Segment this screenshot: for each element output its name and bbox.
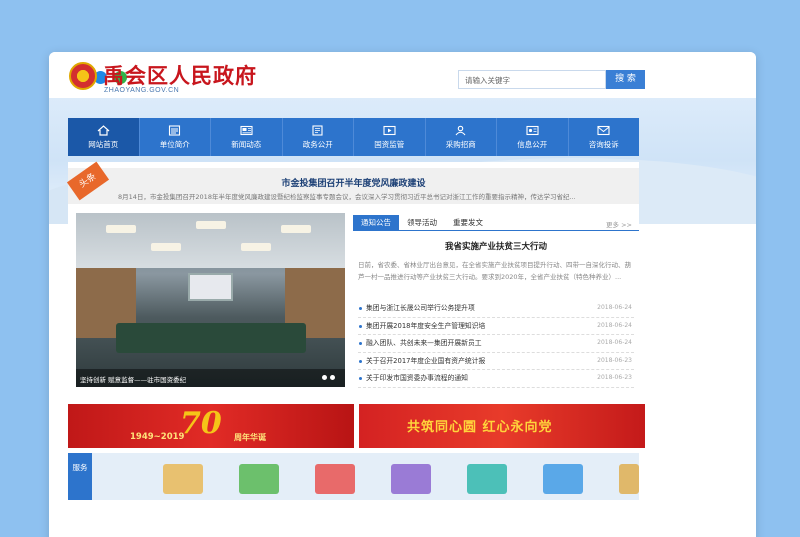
site-title[interactable]: 禹会区人民政府 [103,60,257,90]
photo-carousel[interactable]: 坚持创新 赋意监督——驻市国资委纪 [76,213,345,387]
headline-title[interactable]: 市金投集团召开半年度党风廉政建设 [68,176,639,189]
photo-ceiling [76,213,345,268]
news-list: 集团与浙江长晟公司举行公务提升项 2018-06-24 集团开展2018年度安全生… [358,300,634,388]
list-item-date: 2018-06-23 [597,356,632,364]
nav-label: 国资监管 [374,139,405,149]
notice-icon [526,125,539,136]
nav-item-complaints[interactable]: 咨询投诉 [569,118,640,156]
nav-item-about[interactable]: 单位简介 [140,118,211,156]
nav-label: 单位简介 [159,139,190,149]
banner-number: 70 [180,406,222,441]
services-label: 服务 [68,453,92,500]
list-item-title: 关于召开2017年度企业国有资产统计报 [366,356,486,365]
nav-label: 新闻动态 [231,139,262,149]
tab-leader-activities[interactable]: 领导活动 [399,215,445,230]
service-icon-5[interactable] [467,464,507,494]
list-item-title: 集团与浙江长晟公司举行公务提升项 [366,304,475,312]
banner-slogan: 周年华诞 [234,433,266,442]
nav-label: 信息公开 [517,139,548,149]
nav-item-news[interactable]: 新闻动态 [211,118,283,156]
service-icon-3[interactable] [315,464,355,494]
service-icon-6[interactable] [543,464,583,494]
nav-item-supervision[interactable]: 国资监管 [354,118,426,156]
site-domain: ZHAOYANG.GOV.CN [104,87,180,94]
carousel-dot[interactable] [322,375,327,380]
notice-tabs: 通知公告 领导活动 重要发文 [353,215,639,231]
list-item[interactable]: 关于印发市国资委办事流程的通知 2018-06-23 [358,370,634,388]
news-icon [240,125,253,136]
nav-label: 采购招商 [445,139,476,149]
search-button[interactable]: 搜 索 [606,70,645,89]
list-item-date: 2018-06-24 [597,339,632,346]
tab-notices[interactable]: 通知公告 [353,215,399,230]
photo-screen [188,273,233,301]
nav-item-gov-affairs[interactable]: 政务公开 [283,118,354,156]
nav-label: 政务公开 [302,139,333,149]
list-item-title: 集团开展2018年度安全生产管理知识培 [366,321,486,330]
national-emblem-icon [69,62,97,90]
banner-years: 1949~2019 [130,432,185,442]
photo-caption: 坚持创新 赋意监督——驻市国资委纪 [76,369,345,387]
book-icon [311,124,324,136]
headline-summary: 8月14日，市金投集团召开2018年半年度党风廉政建设暨纪检监察监事专题会议，会… [118,193,576,201]
carousel-dots[interactable] [322,375,335,380]
video-icon [383,125,396,136]
list-item-date: 2018-06-23 [597,374,632,381]
list-item[interactable]: 集团与浙江长晟公司举行公务提升项 2018-06-24 [358,300,634,318]
list-item-title: 融入团队、共创未来—集团开展新员工 [366,339,482,347]
service-icon-1[interactable] [163,464,203,494]
mail-icon [597,125,610,136]
people-icon [454,125,467,136]
tab-important-docs[interactable]: 重要发文 [445,215,491,230]
service-icon-2[interactable] [239,464,279,494]
photo-table [116,323,306,353]
notice-title[interactable]: 我省实施产业扶贫三大行动 [353,240,639,252]
more-link[interactable]: 更多 >> [606,219,632,229]
list-item-date: 2018-06-24 [597,321,632,329]
list-item[interactable]: 融入团队、共创未来—集团开展新员工 2018-06-24 [358,335,634,353]
party-banner[interactable]: 共筑同心圆 红心永向党 [359,404,645,448]
list-item[interactable]: 集团开展2018年度安全生产管理知识培 2018-06-24 [358,318,634,335]
search-input[interactable]: 请输入关键字 [458,70,606,89]
home-icon [97,124,110,136]
banner-slogan: 共筑同心圆 红心永向党 [407,420,553,435]
service-icon-4[interactable] [391,464,431,494]
nav-item-home[interactable]: 网站首页 [68,118,140,156]
list-item-title: 关于印发市国资委办事流程的通知 [366,374,468,382]
nav-label: 网站首页 [88,139,119,149]
list-item-date: 2018-06-24 [597,304,632,311]
notice-text: 日前，省农委、省林业厅出台意见，在全省实施产业扶贫项目提升行动、四带一自深化行动… [358,261,631,281]
carousel-dot[interactable] [330,375,335,380]
nav-item-procurement[interactable]: 采购招商 [426,118,497,156]
document-icon [168,124,181,136]
main-nav: 网站首页 单位简介 新闻动态 政务公开 国资监管 采购招商 信息公开 咨询投诉 [68,118,639,156]
service-icon-7[interactable] [619,464,639,494]
list-item[interactable]: 关于召开2017年度企业国有资产统计报 2018-06-23 [358,353,634,370]
anniversary-banner[interactable]: 1949~2019 70 周年华诞 [68,404,354,448]
nav-item-info[interactable]: 信息公开 [497,118,569,156]
nav-label: 咨询投诉 [588,139,619,149]
